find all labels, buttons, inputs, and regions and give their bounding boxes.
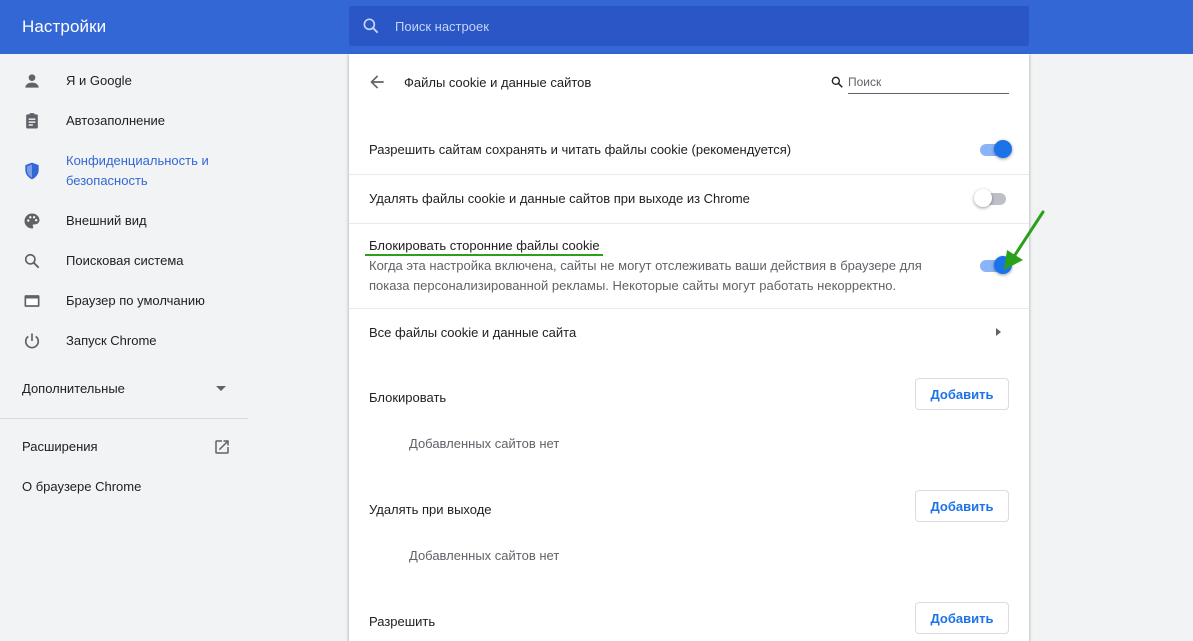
sidebar-item-label: Внешний вид: [66, 213, 147, 228]
sidebar-item-appearance[interactable]: Внешний вид: [0, 211, 248, 231]
allow-section-title: Разрешить: [369, 614, 436, 629]
toggle-knob: [974, 189, 992, 207]
browser-icon: [24, 295, 40, 307]
allow-cookies-label: Разрешить сайтам сохранять и читать файл…: [369, 142, 792, 157]
app-header: Настройки: [0, 0, 1193, 54]
sidebar-item-label: Поисковая система: [66, 253, 184, 268]
sidebar-item-default-browser[interactable]: Браузер по умолчанию: [0, 291, 248, 311]
sidebar-item-privacy-security[interactable]: Конфиденциальность и безопасность: [0, 151, 248, 191]
clear-on-exit-empty-note: Добавленных сайтов нет: [409, 548, 560, 563]
sidebar: Я и Google Автозаполнение Конфиденциальн…: [0, 54, 248, 641]
block-third-party-description: Когда эта настройка включена, сайты не м…: [369, 258, 922, 293]
row-divider: [349, 174, 1029, 175]
cookie-search-input[interactable]: [848, 70, 1009, 94]
sidebar-item-label: Автозаполнение: [66, 113, 166, 128]
clear-on-exit-add-button[interactable]: Добавить: [915, 490, 1009, 522]
app-title: Настройки: [22, 17, 107, 36]
search-icon: [24, 253, 40, 269]
block-section-title: Блокировать: [369, 390, 447, 405]
clear-on-exit-section-title: Удалять при выходе: [369, 502, 492, 517]
search-icon: [363, 18, 379, 34]
sidebar-item-autofill[interactable]: Автозаполнение: [0, 111, 248, 131]
block-third-party-label: Блокировать сторонние файлы cookie: [369, 238, 600, 253]
power-icon: [24, 333, 40, 349]
shield-icon: [25, 162, 39, 180]
clear-on-exit-label: Удалять файлы cookie и данные сайтов при…: [369, 191, 750, 206]
chevron-down-icon[interactable]: [216, 386, 226, 391]
sidebar-item-label: Браузер по умолчанию: [66, 293, 205, 308]
chevron-right-icon[interactable]: [996, 328, 1001, 336]
sidebar-divider: [0, 418, 248, 419]
sidebar-item-label: Конфиденциальность и безопасность: [66, 153, 209, 188]
row-divider: [349, 308, 1029, 309]
settings-search-box[interactable]: [349, 6, 1029, 46]
sidebar-item-on-startup[interactable]: Запуск Chrome: [0, 331, 248, 351]
page-title: Файлы cookie и данные сайтов: [404, 75, 592, 90]
sidebar-item-label: Я и Google: [66, 73, 132, 88]
allow-cookies-toggle[interactable]: [978, 140, 1012, 158]
sidebar-item-search-engine[interactable]: Поисковая система: [0, 251, 248, 271]
back-arrow-icon[interactable]: [367, 72, 387, 92]
clear-on-exit-toggle[interactable]: [974, 189, 1008, 207]
search-icon: [831, 76, 843, 88]
sidebar-advanced[interactable]: Дополнительные: [22, 381, 125, 396]
toggle-knob: [994, 140, 1012, 158]
open-in-new-icon[interactable]: [213, 438, 231, 456]
block-add-button[interactable]: Добавить: [915, 378, 1009, 410]
annotation-arrow-icon: [1004, 210, 1045, 270]
sidebar-item-label: Запуск Chrome: [66, 333, 157, 348]
row-divider: [349, 223, 1029, 224]
allow-add-button[interactable]: Добавить: [915, 602, 1009, 634]
sidebar-about-chrome[interactable]: О браузере Chrome: [22, 479, 141, 494]
sidebar-extensions-link[interactable]: Расширения: [22, 439, 98, 454]
all-cookies-link[interactable]: Все файлы cookie и данные сайта: [369, 325, 576, 340]
cookies-settings-card: Файлы cookie и данные сайтов Разрешить с…: [349, 54, 1045, 641]
palette-icon: [24, 213, 40, 229]
clipboard-icon: [26, 113, 38, 129]
sidebar-item-me-and-google[interactable]: Я и Google: [0, 71, 248, 91]
settings-search-input[interactable]: [395, 6, 1015, 46]
block-empty-note: Добавленных сайтов нет: [409, 436, 560, 451]
person-icon: [25, 74, 39, 88]
